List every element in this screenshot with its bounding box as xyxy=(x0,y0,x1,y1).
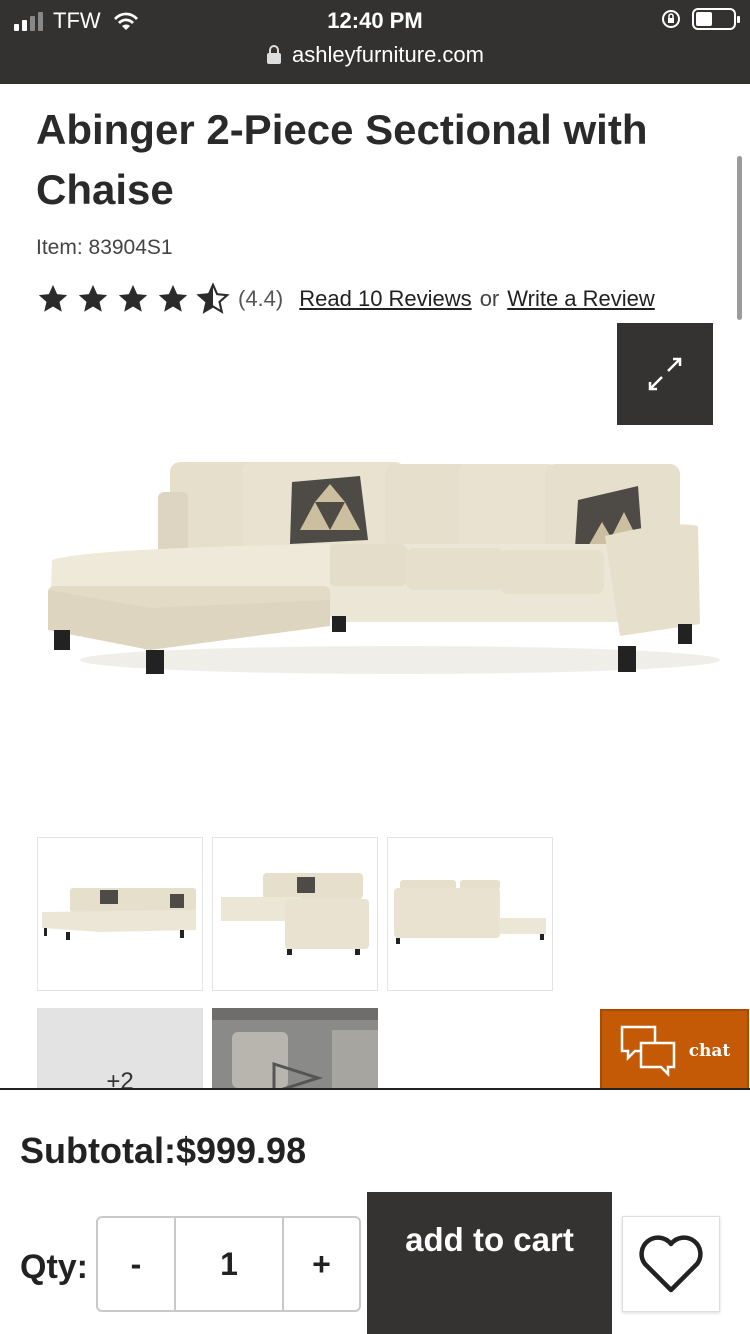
address-bar[interactable]: ashleyfurniture.com xyxy=(0,42,750,68)
thumbnail-side[interactable] xyxy=(212,837,378,991)
scrollbar[interactable] xyxy=(737,156,742,320)
pillow-left xyxy=(290,476,368,544)
or-text: or xyxy=(479,286,500,311)
chat-button[interactable]: chat xyxy=(600,1009,749,1092)
more-images-button[interactable]: +2 xyxy=(37,1008,203,1088)
thumbnail-row xyxy=(37,837,553,991)
video-thumbnail[interactable] xyxy=(212,1008,378,1088)
star-icon xyxy=(118,284,148,312)
rating-row: (4.4) Read 10 Reviews or Write a Review xyxy=(36,282,655,316)
chat-label: chat xyxy=(688,1040,731,1061)
wishlist-button[interactable] xyxy=(622,1216,720,1312)
subtotal: Subtotal:$999.98 xyxy=(20,1130,307,1171)
quantity-stepper: - 1 + xyxy=(96,1216,361,1312)
qty-increase-button[interactable]: + xyxy=(284,1218,359,1310)
chat-bubbles-icon xyxy=(620,1025,675,1077)
expand-image-button[interactable] xyxy=(617,323,713,425)
orientation-lock-icon xyxy=(662,10,680,28)
clock: 12:40 PM xyxy=(327,8,423,33)
star-icon xyxy=(78,284,108,312)
status-bar: TFW 12:40 PM ashleyfurniture.com xyxy=(0,0,750,84)
qty-label: Qty: xyxy=(20,1248,88,1286)
thumbnail-front[interactable] xyxy=(37,837,203,991)
add-to-cart-button[interactable]: add to cart xyxy=(367,1192,612,1334)
status-right xyxy=(660,8,740,30)
url-text: ashleyfurniture.com xyxy=(292,42,484,67)
purchase-panel: Subtotal:$999.98 Qty: - 1 + add to cart xyxy=(0,1088,750,1334)
thumbnail-back[interactable] xyxy=(387,837,553,991)
qty-input[interactable]: 1 xyxy=(176,1218,284,1310)
heart-icon xyxy=(639,1235,703,1293)
product-image[interactable] xyxy=(30,440,720,700)
battery-icon xyxy=(692,8,740,30)
star-icon xyxy=(158,284,188,312)
more-images-count: +2 xyxy=(106,1068,134,1088)
read-reviews-link[interactable]: Read 10 Reviews xyxy=(299,286,471,312)
rating-value: (4.4) xyxy=(238,286,284,311)
half-star-icon xyxy=(196,282,230,314)
lock-icon xyxy=(267,45,281,64)
star-icon xyxy=(38,284,68,312)
thumbnail-row-2: +2 xyxy=(37,1008,378,1088)
star-rating xyxy=(36,282,230,316)
write-review-link[interactable]: Write a Review xyxy=(507,286,655,312)
qty-decrease-button[interactable]: - xyxy=(98,1218,176,1310)
product-title: Abinger 2-Piece Sectional with Chaise xyxy=(36,106,648,213)
item-number: Item: 83904S1 xyxy=(36,236,173,259)
expand-icon xyxy=(648,357,682,391)
